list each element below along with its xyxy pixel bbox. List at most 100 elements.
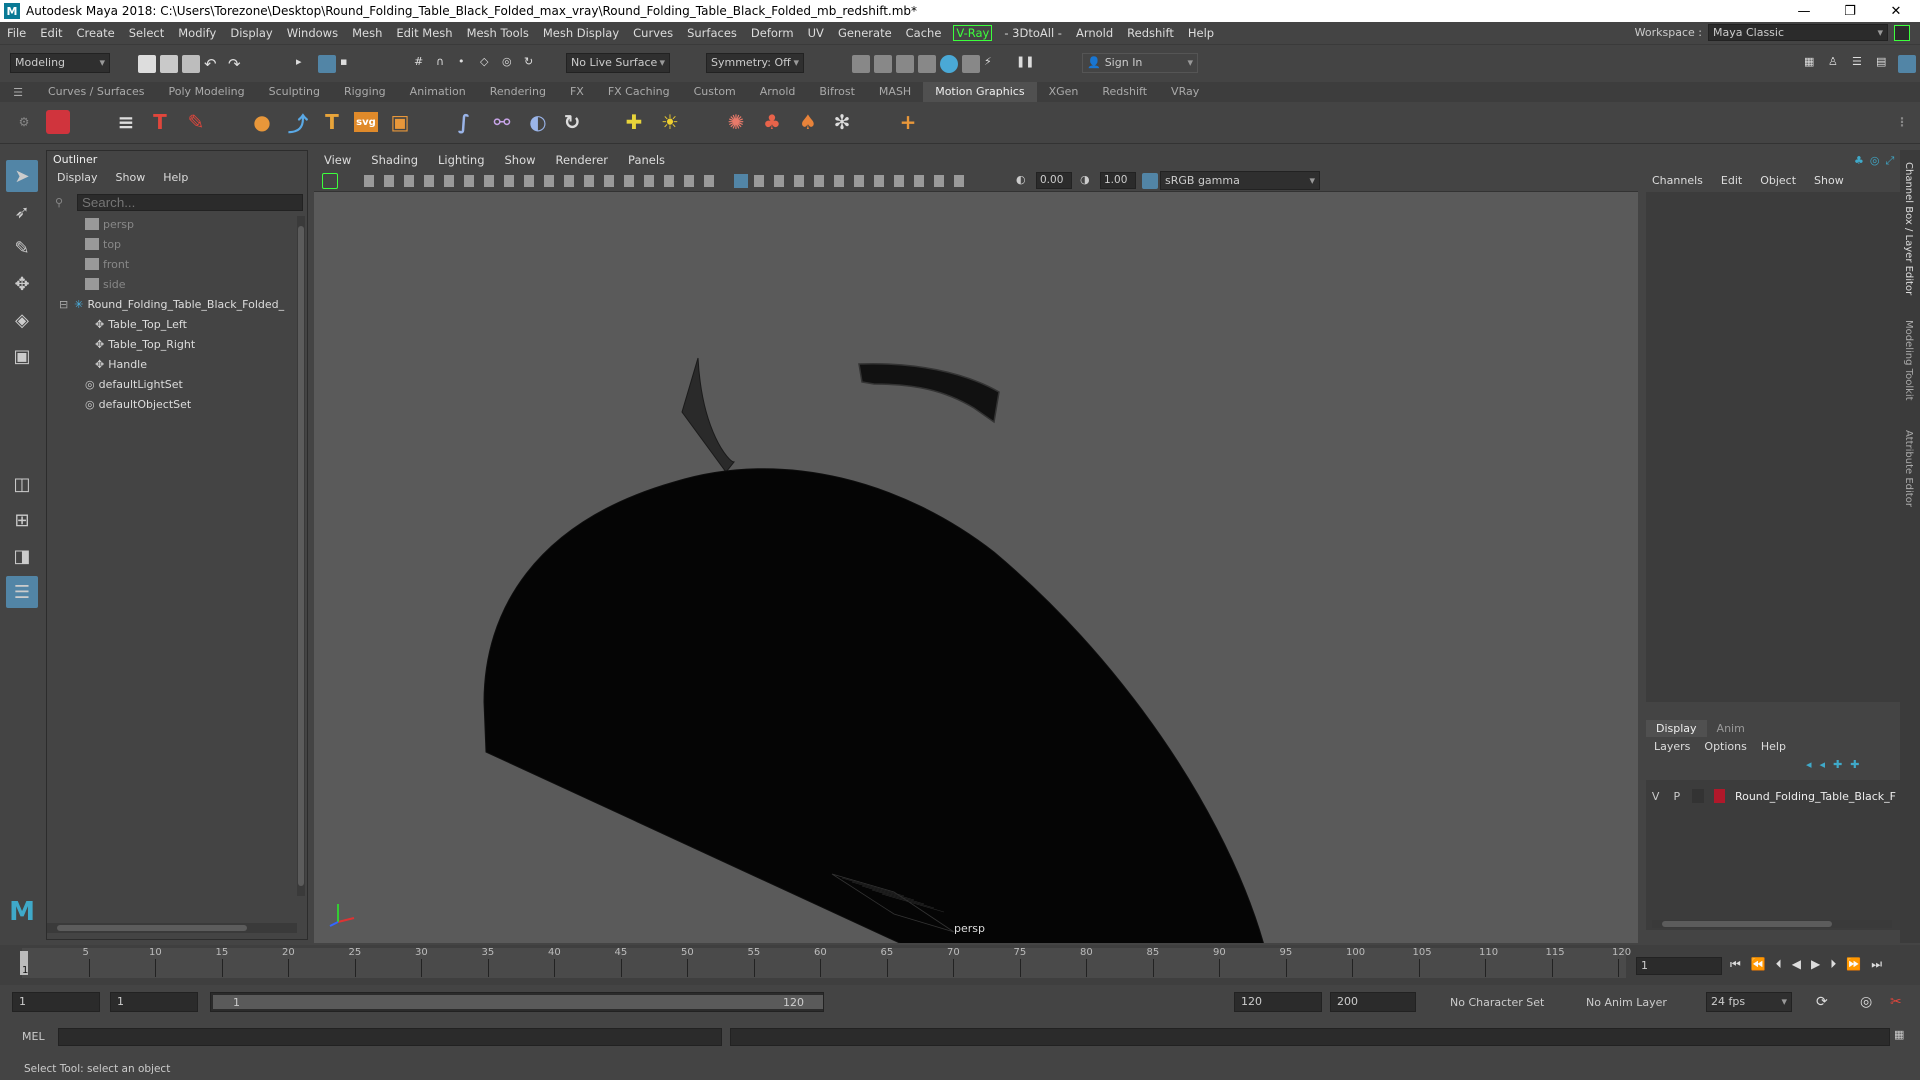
layer-color-swatch[interactable] xyxy=(1713,789,1725,803)
time-slider[interactable]: 1 5 10 15 20 25 30 35 40 45 50 55 60 65 70 75 80 85 90 95 1… xyxy=(0,945,1920,985)
menu-generate[interactable]: Generate xyxy=(831,26,899,40)
shelf-tab-redshift[interactable]: Redshift xyxy=(1090,82,1159,102)
tab-attribute-editor[interactable]: Attribute Editor xyxy=(1903,430,1914,507)
layer-type-toggle[interactable] xyxy=(1692,789,1704,803)
new-layer-selected-icon[interactable]: ✚ xyxy=(1850,758,1859,771)
lasso-tool-icon[interactable]: ➶ xyxy=(6,196,38,228)
shelf-settings-icon[interactable]: ⚙ xyxy=(10,108,38,136)
snowflake-icon[interactable]: ✻ xyxy=(828,108,856,136)
shelf-tab-rigging[interactable]: Rigging xyxy=(332,82,398,102)
gamma-field[interactable]: 1.00 xyxy=(1100,172,1136,189)
viewport-menu-renderer[interactable]: Renderer xyxy=(546,153,619,167)
outliner-item-root-group[interactable]: ⊟ ✳ Round_Folding_Table_Black_Folded_ xyxy=(59,295,284,313)
playback-start-field[interactable]: 1 xyxy=(110,992,198,1012)
outliner-menu-help[interactable]: Help xyxy=(163,171,188,184)
3d-scene[interactable]: persp xyxy=(314,192,1638,1080)
rotate-icon[interactable]: ↻ xyxy=(558,108,586,136)
select-hierarchy-icon[interactable]: ▸ xyxy=(296,55,314,73)
tab-modeling-toolkit[interactable]: Modeling Toolkit xyxy=(1903,320,1914,401)
move-layer-down-icon[interactable]: ◂ xyxy=(1820,758,1826,771)
render-region-icon[interactable]: ⚡ xyxy=(984,55,1002,73)
shelf-tab-fx[interactable]: FX xyxy=(558,82,596,102)
outliner-item-default-object-set[interactable]: ◎ defaultObjectSet xyxy=(85,395,191,413)
snap-view-icon[interactable]: ◇ xyxy=(480,55,498,73)
shelf-scroll-icon[interactable]: ⋮ xyxy=(1888,108,1916,136)
pause-icon[interactable]: ❚❚ xyxy=(1016,55,1034,73)
outliner-item-persp[interactable]: persp xyxy=(85,215,134,233)
menu-help[interactable]: Help xyxy=(1181,26,1221,40)
undo-icon[interactable]: ↶ xyxy=(204,55,222,73)
hypershade-icon[interactable] xyxy=(940,55,958,73)
shelf-tab-animation[interactable]: Animation xyxy=(398,82,478,102)
exposure-field[interactable]: 0.00 xyxy=(1036,172,1072,189)
area-light-icon[interactable]: ✚ xyxy=(620,108,648,136)
menu-3dtoall[interactable]: - 3DtoAll - xyxy=(997,26,1069,40)
fps-dropdown[interactable]: 24 fps xyxy=(1706,992,1792,1012)
render-settings-icon[interactable] xyxy=(918,55,936,73)
anim-layer-dropdown[interactable]: No Anim Layer xyxy=(1586,996,1667,1009)
outliner-item-default-light-set[interactable]: ◎ defaultLightSet xyxy=(85,375,183,393)
outliner-search-input[interactable] xyxy=(77,194,303,211)
camera-tools-icons[interactable] xyxy=(364,175,724,187)
tool-settings-icon[interactable]: ▤ xyxy=(1876,55,1894,73)
panel-toggle-icons[interactable]: ♣ ◎ ⤢ xyxy=(1854,154,1894,168)
shelf-tab-vray[interactable]: VRay xyxy=(1159,82,1211,102)
layer-menu-help[interactable]: Help xyxy=(1761,740,1786,753)
select-camera-icon[interactable] xyxy=(322,173,338,189)
layer-menu-options[interactable]: Options xyxy=(1704,740,1746,753)
outliner-item-table-top-right[interactable]: ✥ Table_Top_Right xyxy=(95,335,195,353)
outliner-vscrollbar[interactable] xyxy=(297,216,305,896)
render-sequence-icon[interactable] xyxy=(962,55,980,73)
blend-shape-icon[interactable]: ∫ xyxy=(450,108,478,136)
snap-point-icon[interactable]: • xyxy=(458,55,476,73)
shelf-tab-curves-surfaces[interactable]: Curves / Surfaces xyxy=(36,82,157,102)
collapse-icon[interactable]: ⊟ xyxy=(59,298,68,311)
folded-table-model[interactable] xyxy=(314,192,1638,1080)
menu-file[interactable]: File xyxy=(0,26,33,40)
viewport-menu-lighting[interactable]: Lighting xyxy=(428,153,494,167)
move-layer-up-icon[interactable]: ◂ xyxy=(1806,758,1812,771)
outliner-item-table-top-left[interactable]: ✥ Table_Top_Left xyxy=(95,315,187,333)
script-editor-icon[interactable]: ▦ xyxy=(1894,1028,1910,1046)
layer-playback-toggle[interactable]: P xyxy=(1671,790,1682,803)
menu-surfaces[interactable]: Surfaces xyxy=(680,26,744,40)
handle-grip[interactable] xyxy=(858,363,1000,424)
outliner-item-top[interactable]: top xyxy=(85,235,121,253)
render-view-icon[interactable] xyxy=(852,55,870,73)
minimize-button[interactable]: — xyxy=(1781,0,1827,22)
shelf-tab-sculpting[interactable]: Sculpting xyxy=(257,82,332,102)
snap-curve-icon[interactable]: ∩ xyxy=(436,55,454,73)
colorspace-dropdown[interactable]: sRGB gamma xyxy=(1160,171,1320,190)
outliner-layout-icon[interactable]: ☰ xyxy=(6,576,38,608)
menu-uv[interactable]: UV xyxy=(801,26,831,40)
shelf-menu-icon[interactable]: ☰ xyxy=(0,86,36,99)
select-component-icon[interactable]: ▪ xyxy=(340,55,358,73)
preferences-icon[interactable]: ✂ xyxy=(1890,994,1902,1010)
particle-icon[interactable]: ✺ xyxy=(722,108,750,136)
snap-live-icon[interactable]: ↻ xyxy=(524,55,542,73)
sweep-mesh-icon[interactable]: ⚯ xyxy=(488,108,516,136)
shelf-tab-custom[interactable]: Custom xyxy=(682,82,748,102)
type-icon[interactable]: T xyxy=(146,108,174,136)
layer-row[interactable]: V P Round_Folding_Table_Black_F xyxy=(1650,786,1896,806)
channelbox-menu-edit[interactable]: Edit xyxy=(1721,174,1742,187)
gamma-icon[interactable]: ◑ xyxy=(1080,173,1090,186)
shelf-tab-fx-caching[interactable]: FX Caching xyxy=(596,82,682,102)
live-surface-dropdown[interactable]: No Live Surface xyxy=(566,53,670,73)
go-to-start-icon[interactable]: ⏮ xyxy=(1730,957,1741,972)
snap-grid-icon[interactable]: # xyxy=(414,55,432,73)
wireframe-shaded-icon[interactable] xyxy=(734,174,748,188)
symmetry-dropdown[interactable]: Symmetry: Off xyxy=(706,53,804,73)
menu-curves[interactable]: Curves xyxy=(626,26,680,40)
menu-redshift[interactable]: Redshift xyxy=(1120,26,1181,40)
open-scene-icon[interactable] xyxy=(160,55,178,73)
channel-box-icon[interactable] xyxy=(1898,55,1916,73)
layer-tab-anim[interactable]: Anim xyxy=(1707,720,1755,737)
basketball-icon[interactable]: ● xyxy=(248,108,276,136)
outliner-item-handle[interactable]: ✥ Handle xyxy=(95,355,147,373)
text-tool-icon[interactable]: T xyxy=(318,108,346,136)
mode-dropdown[interactable]: Modeling xyxy=(10,53,110,73)
select-tool-icon[interactable]: ➤ xyxy=(6,160,38,192)
two-view-icon[interactable]: ◨ xyxy=(6,540,38,572)
color-management-icon[interactable] xyxy=(1142,173,1158,189)
